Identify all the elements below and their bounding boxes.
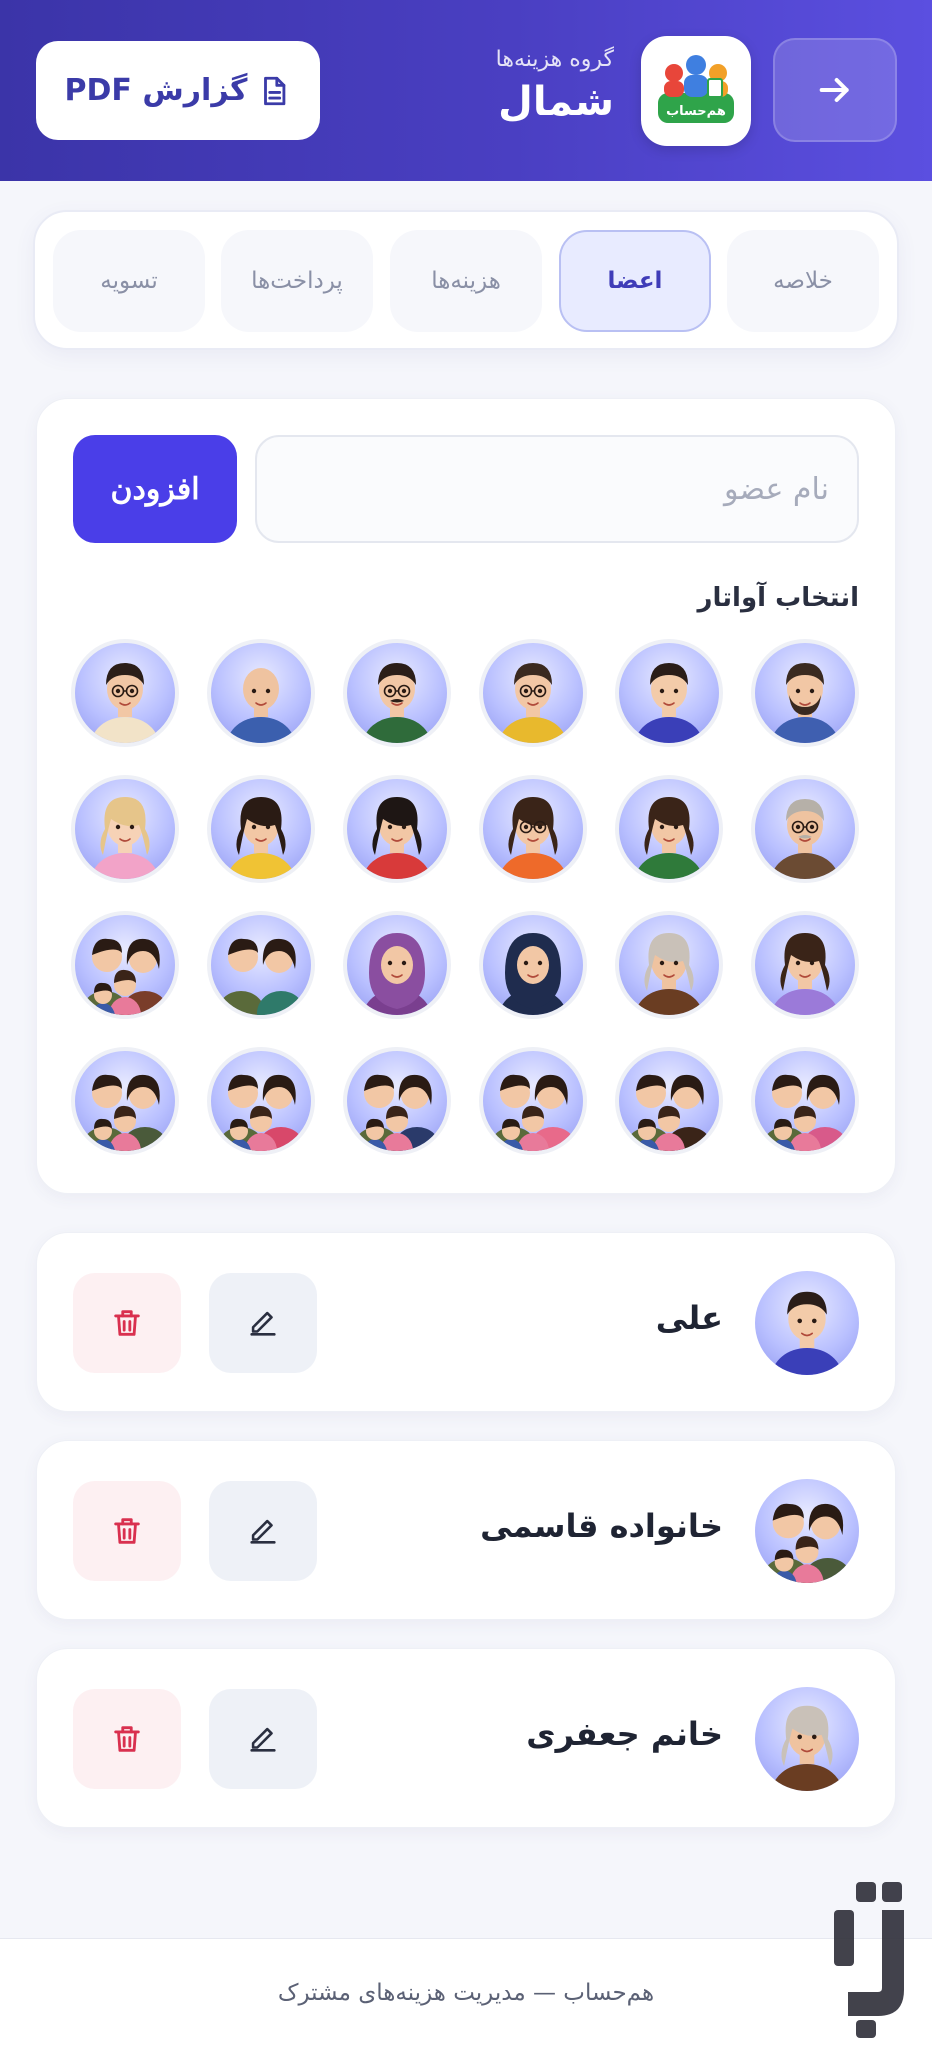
document-icon (264, 76, 286, 105)
avatar-option-bald-man[interactable] (207, 639, 315, 747)
delete-member-button[interactable] (73, 1689, 181, 1789)
tab-payments[interactable]: پرداخت‌ها (221, 230, 373, 332)
member-row: خانم جعفری (36, 1648, 896, 1828)
group-title-block: گروه هزینه‌ها شمال (496, 44, 614, 128)
trash-icon (114, 1726, 140, 1752)
tab-bar: خلاصه اعضا هزینه‌ها پرداخت‌ها تسویه (33, 210, 899, 350)
tab-expenses[interactable]: هزینه‌ها (390, 230, 542, 332)
avatar-option-woman-hijab-dark[interactable] (479, 911, 587, 1019)
member-name-input[interactable] (255, 435, 859, 543)
avatar-option-young-man[interactable] (615, 639, 723, 747)
trash-icon (114, 1518, 140, 1544)
edit-member-button[interactable] (209, 1481, 317, 1581)
group-logo-icon: هم‌حساب (658, 55, 734, 123)
avatar-option-woman-glasses-bun[interactable] (479, 775, 587, 883)
back-button[interactable] (773, 38, 897, 142)
add-member-button[interactable]: افزودن (73, 435, 237, 543)
avatar-option-man-glasses-mustache[interactable] (343, 639, 451, 747)
avatar-option-man-beard[interactable] (751, 639, 859, 747)
member-row: خانواده قاسمی (36, 1440, 896, 1620)
svg-text:هم‌حساب: هم‌حساب (666, 104, 726, 119)
member-name: خانم جعفری (526, 1715, 723, 1753)
avatar-option-woman-blonde[interactable] (71, 775, 179, 883)
avatar-picker-label: انتخاب آواتار (697, 583, 859, 613)
group-title: شمال (498, 79, 614, 125)
pdf-report-button[interactable]: گزارش PDF (36, 41, 320, 140)
watermark-logo (834, 1882, 904, 2038)
avatar-option-family[interactable] (207, 1047, 315, 1155)
member-row: علی (36, 1232, 896, 1412)
group-subtitle: گروه هزینه‌ها (495, 47, 614, 72)
pencil-icon (250, 1519, 276, 1544)
avatar-option-family[interactable] (615, 1047, 723, 1155)
avatar-option-woman-hijab-purple[interactable] (343, 911, 451, 1019)
edit-member-button[interactable] (209, 1273, 317, 1373)
avatar-option-couple[interactable] (207, 911, 315, 1019)
arrow-right-icon (819, 78, 849, 102)
tab-settlement[interactable]: تسویه (53, 230, 205, 332)
avatar-option-family[interactable] (751, 1047, 859, 1155)
tab-summary[interactable]: خلاصه (727, 230, 879, 332)
avatar-option-man-glasses-round[interactable] (71, 639, 179, 747)
avatar-option-old-man-glasses[interactable] (751, 775, 859, 883)
delete-member-button[interactable] (73, 1481, 181, 1581)
avatar-option-family[interactable] (479, 1047, 587, 1155)
member-name: علی (655, 1299, 723, 1337)
edit-member-button[interactable] (209, 1689, 317, 1789)
pencil-icon (250, 1311, 276, 1336)
avatar-grid (69, 639, 859, 1159)
add-member-card: افزودن انتخاب آواتار (36, 398, 896, 1194)
tab-members[interactable]: اعضا (559, 230, 711, 332)
member-avatar (755, 1687, 859, 1791)
member-avatar (755, 1479, 859, 1583)
footer-text: هم‌حساب — مدیریت هزینه‌های مشترک (277, 1979, 655, 2006)
footer: هم‌حساب — مدیریت هزینه‌های مشترک (0, 1938, 932, 2046)
avatar-option-grandma[interactable] (615, 911, 723, 1019)
avatar-option-woman-curly[interactable] (615, 775, 723, 883)
pencil-icon (250, 1727, 276, 1752)
delete-member-button[interactable] (73, 1273, 181, 1373)
app-logo: هم‌حساب (641, 36, 751, 146)
trash-icon (114, 1310, 140, 1336)
avatar-option-family[interactable] (71, 1047, 179, 1155)
member-name: خانواده قاسمی (480, 1507, 723, 1545)
app-header: هم‌حساب گروه هزینه‌ها شمال گزارش PDF (0, 0, 932, 181)
avatar-option-family[interactable] (71, 911, 179, 1019)
avatar-option-woman-bob[interactable] (343, 775, 451, 883)
avatar-option-woman-curly-yellow[interactable] (207, 775, 315, 883)
member-avatar (755, 1271, 859, 1375)
avatar-option-family[interactable] (343, 1047, 451, 1155)
pdf-report-label: گزارش PDF (64, 73, 248, 108)
avatar-option-woman-wavy[interactable] (751, 911, 859, 1019)
avatar-option-man-glasses[interactable] (479, 639, 587, 747)
